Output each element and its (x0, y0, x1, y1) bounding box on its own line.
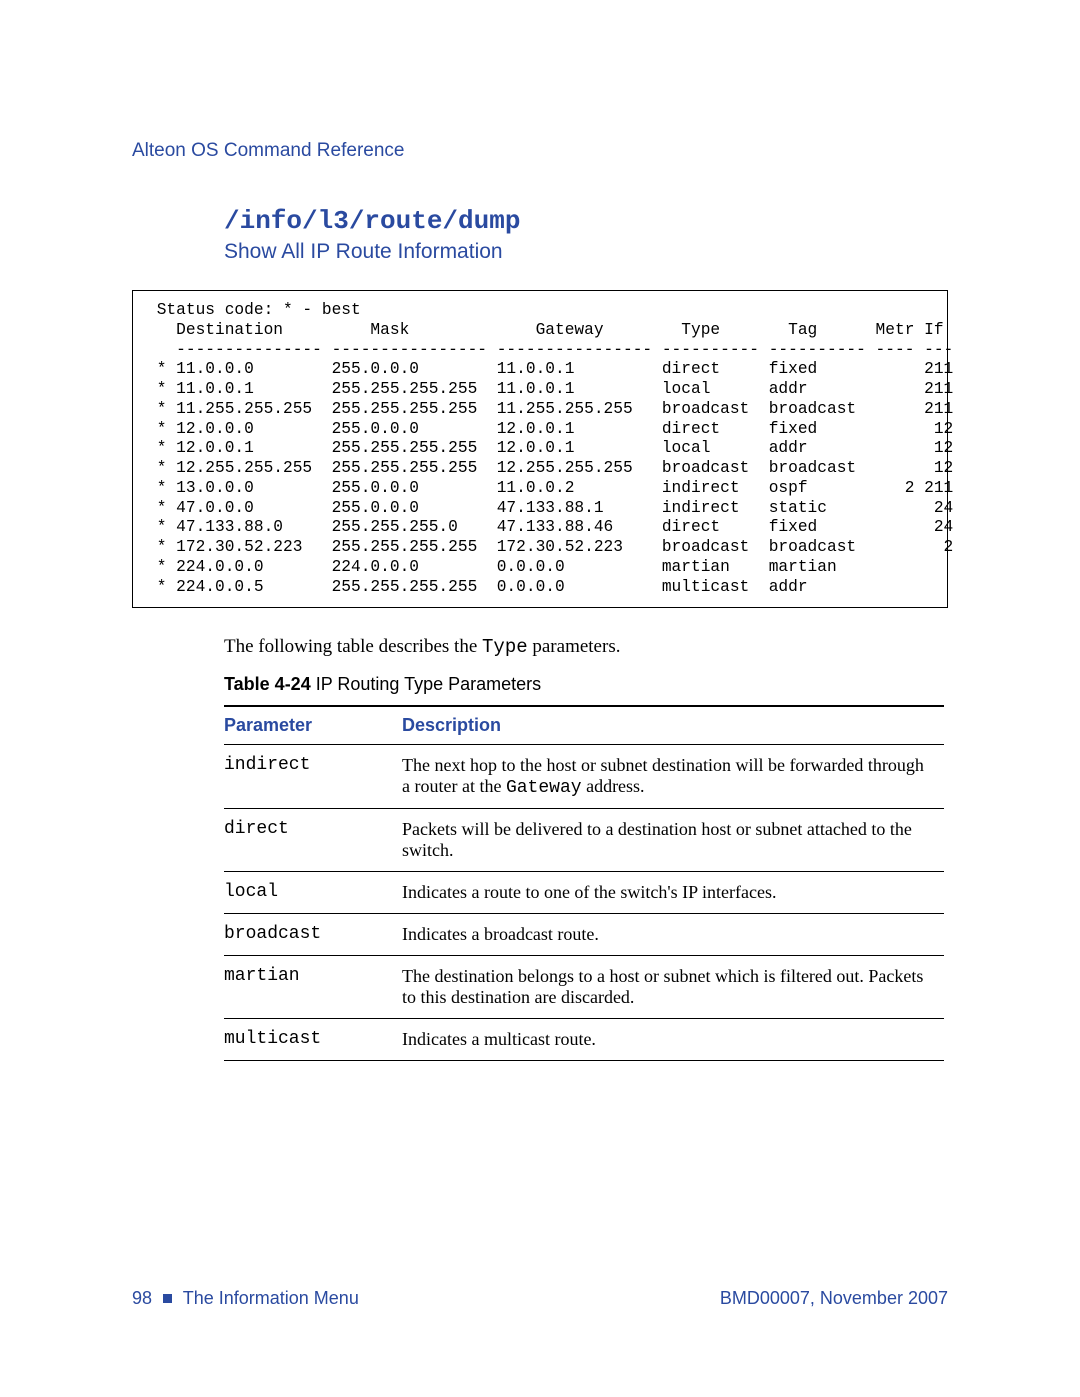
intro-pre: The following table describes the (224, 636, 482, 657)
table-row: directPackets will be delivered to a des… (224, 809, 944, 872)
table-row: localIndicates a route to one of the swi… (224, 872, 944, 914)
param-name: indirect (224, 745, 402, 809)
param-name: direct (224, 809, 402, 872)
table-row: broadcastIndicates a broadcast route. (224, 914, 944, 956)
col-description: Description (402, 706, 944, 745)
running-header: Alteon OS Command Reference (132, 140, 948, 162)
route-dump-output: Status code: * - best Destination Mask G… (132, 290, 948, 608)
table-caption-text: IP Routing Type Parameters (311, 674, 541, 694)
param-desc: Packets will be delivered to a destinati… (402, 809, 944, 872)
param-desc: Indicates a broadcast route. (402, 914, 944, 956)
table-row: multicastIndicates a multicast route. (224, 1019, 944, 1061)
footer-right: BMD00007, November 2007 (720, 1288, 948, 1309)
col-parameter: Parameter (224, 706, 402, 745)
param-name: multicast (224, 1019, 402, 1061)
intro-paragraph: The following table describes the Type p… (224, 636, 948, 658)
table-caption: Table 4-24 IP Routing Type Parameters (224, 674, 948, 695)
type-parameters-table: Parameter Description indirectThe next h… (224, 705, 944, 1061)
command-subtitle: Show All IP Route Information (224, 240, 948, 264)
page-number: 98 (132, 1288, 152, 1308)
table-row: martianThe destination belongs to a host… (224, 956, 944, 1019)
footer-square-icon (163, 1294, 172, 1303)
param-desc: The destination belongs to a host or sub… (402, 956, 944, 1019)
param-desc: Indicates a multicast route. (402, 1019, 944, 1061)
param-name: broadcast (224, 914, 402, 956)
param-desc: The next hop to the host or subnet desti… (402, 745, 944, 809)
footer-left: 98 The Information Menu (132, 1288, 359, 1309)
intro-post: parameters. (528, 636, 621, 657)
table-row: indirectThe next hop to the host or subn… (224, 745, 944, 809)
footer-section: The Information Menu (183, 1288, 359, 1308)
param-desc: Indicates a route to one of the switch's… (402, 872, 944, 914)
command-path-title: /info/l3/route/dump (224, 206, 948, 236)
page-footer: 98 The Information Menu BMD00007, Novemb… (132, 1288, 948, 1309)
param-name: martian (224, 956, 402, 1019)
intro-code: Type (482, 636, 528, 658)
param-name: local (224, 872, 402, 914)
table-caption-num: Table 4-24 (224, 674, 311, 694)
